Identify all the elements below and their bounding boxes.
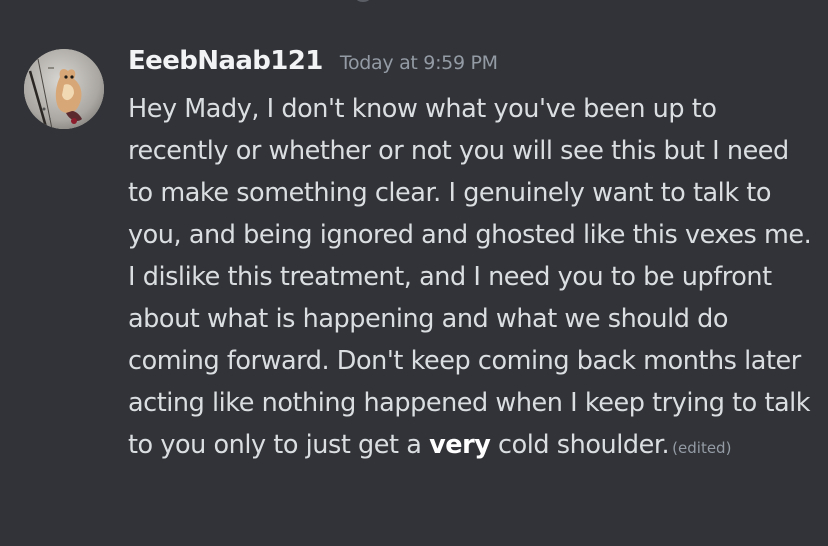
message-content: Hey Mady, I don't know what you've been … (128, 88, 818, 469)
message-header: EeebNaab121 Today at 9:59 PM (128, 46, 498, 86)
message-bold-text: very (429, 430, 491, 460)
chat-message[interactable]: EeebNaab121 Today at 9:59 PM Hey Mady, I… (0, 38, 828, 518)
message-text: Hey Mady, I don't know what you've been … (128, 94, 812, 460)
user-avatar[interactable] (24, 49, 104, 129)
previous-message-fragment (356, 0, 370, 2)
timestamp[interactable]: Today at 9:59 PM (340, 52, 498, 74)
username[interactable]: EeebNaab121 (128, 46, 323, 76)
avatar-image (24, 49, 104, 129)
message-text-end: cold shoulder. (490, 430, 670, 460)
edited-label[interactable]: (edited) (672, 439, 731, 457)
